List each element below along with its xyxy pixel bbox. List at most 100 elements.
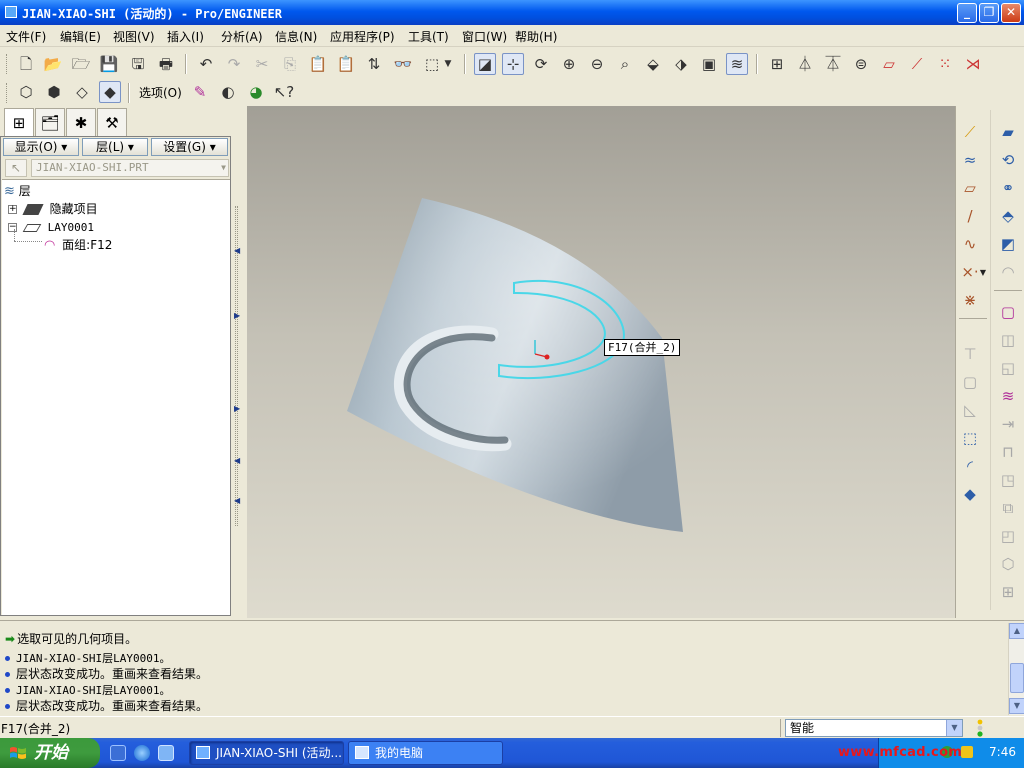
chevron-down-icon[interactable]: ▼ bbox=[946, 720, 962, 736]
shell-icon[interactable]: ▢ bbox=[958, 370, 982, 394]
wireframe-icon[interactable]: ⬡ bbox=[15, 81, 37, 103]
round-icon[interactable]: ◜ bbox=[958, 454, 982, 478]
sketch-tool-icon[interactable]: ⟋ bbox=[958, 120, 982, 144]
restore-button[interactable]: ❐ bbox=[979, 3, 999, 23]
color-palette-icon[interactable]: ◕ bbox=[245, 81, 267, 103]
menu-tools[interactable]: 工具(T) bbox=[408, 28, 449, 45]
undo-icon[interactable]: ↶ bbox=[195, 53, 217, 75]
rib-icon[interactable]: ◺ bbox=[958, 398, 982, 422]
shading-icon[interactable]: ◆ bbox=[99, 81, 121, 103]
repaint-icon[interactable]: ◪ bbox=[474, 53, 496, 75]
layers-icon[interactable]: ≋ bbox=[726, 53, 748, 75]
paste-special-icon[interactable]: 📋 bbox=[335, 53, 357, 75]
settings-dropdown-button[interactable]: 设置(G) ▾ bbox=[151, 138, 228, 156]
save-icon[interactable]: 💾 bbox=[98, 53, 120, 75]
find-icon[interactable]: 👓 bbox=[392, 53, 414, 75]
appearance-icon[interactable]: ◐ bbox=[217, 81, 239, 103]
tree-root[interactable]: ≋ 层 bbox=[4, 183, 31, 200]
coordinate-systems-icon[interactable]: ⊜ bbox=[850, 53, 872, 75]
variable-sweep-icon[interactable]: ⚭ bbox=[996, 176, 1020, 200]
model-tree-icon[interactable]: ✎ bbox=[189, 81, 211, 103]
toolbar-grip[interactable] bbox=[6, 54, 9, 74]
tree-item-lay0001[interactable]: − LAY0001 bbox=[8, 219, 94, 236]
selection-filter-dropdown[interactable]: 智能 ▼ bbox=[785, 719, 963, 737]
tree-item-hidden-items[interactable]: + 隐藏项目 bbox=[8, 201, 98, 218]
model-surface[interactable] bbox=[247, 106, 955, 618]
scroll-down-icon[interactable]: ▼ bbox=[1009, 698, 1024, 714]
print-icon[interactable]: 🖶 bbox=[155, 53, 177, 75]
save-copy-icon[interactable]: 🖫 bbox=[127, 53, 149, 75]
minimize-button[interactable]: _ bbox=[957, 3, 977, 23]
csys-icon[interactable]: ⋇ bbox=[958, 288, 982, 312]
thicken-icon[interactable]: ◰ bbox=[996, 524, 1020, 548]
redo-icon[interactable]: ↷ bbox=[223, 53, 245, 75]
pattern-icon[interactable]: ⊞ bbox=[996, 580, 1020, 604]
copy-icon[interactable]: ⎘ bbox=[279, 53, 301, 75]
scroll-thumb[interactable] bbox=[1010, 663, 1024, 693]
menu-info[interactable]: 信息(N) bbox=[275, 28, 317, 45]
no-hidden-icon[interactable]: ◇ bbox=[71, 81, 93, 103]
panel-splitter[interactable]: ◀ ▶ ▶ ◀ ◀ bbox=[231, 106, 247, 618]
media-player-icon[interactable] bbox=[158, 745, 174, 761]
graphics-window[interactable]: F17(合并_2) bbox=[247, 106, 955, 618]
open-folder-icon[interactable]: 📂 bbox=[42, 53, 64, 75]
tree-item-quilt-f12[interactable]: ◠ 面组:F12 bbox=[44, 237, 112, 254]
trim-icon[interactable]: ⇥ bbox=[996, 412, 1020, 436]
tab-folder-browser-icon[interactable]: 🗂 bbox=[35, 108, 65, 136]
draft-icon[interactable]: ⬚ bbox=[958, 426, 982, 450]
boundary-blend-icon[interactable]: ◩ bbox=[996, 232, 1020, 256]
zoom-in-icon[interactable]: ⊕ bbox=[558, 53, 580, 75]
merge-surface-icon[interactable]: ≋ bbox=[996, 384, 1020, 408]
blend-icon[interactable]: ⬘ bbox=[996, 204, 1020, 228]
style-icon[interactable]: ◠ bbox=[996, 260, 1020, 284]
solidify-icon[interactable]: ⬡ bbox=[996, 552, 1020, 576]
merge-icon[interactable]: ◱ bbox=[996, 356, 1020, 380]
datum-axes-icon[interactable]: ⏃ bbox=[794, 53, 816, 75]
cut-icon[interactable]: ✂ bbox=[251, 53, 273, 75]
datum-axis-icon[interactable]: / bbox=[958, 204, 982, 228]
title-bar[interactable]: JIAN-XIAO-SHI (活动的) - Pro/ENGINEER _ ❐ ✕ bbox=[0, 0, 1024, 25]
new-file-icon[interactable]: 🗋 bbox=[15, 53, 37, 75]
tab-connections-icon[interactable]: ⚒ bbox=[97, 108, 127, 136]
tray-volume-icon[interactable] bbox=[961, 746, 973, 758]
extrude-icon[interactable]: ▰ bbox=[996, 120, 1020, 144]
task-my-computer[interactable]: 我的电脑 bbox=[348, 741, 503, 765]
tab-favorites-icon[interactable]: ✱ bbox=[66, 108, 96, 136]
chamfer-icon[interactable]: ◆ bbox=[958, 482, 982, 506]
message-scrollbar[interactable]: ▲ ▼ bbox=[1008, 623, 1024, 715]
datum-curve-icon[interactable]: ≈ bbox=[958, 148, 982, 172]
hole-icon[interactable]: ⊤ bbox=[958, 342, 982, 366]
menu-file[interactable]: 文件(F) bbox=[6, 28, 46, 45]
datum-points-icon[interactable]: ⏄ bbox=[822, 53, 844, 75]
collapse-left-icon[interactable]: ◀ bbox=[234, 456, 240, 465]
axis-display-icon[interactable]: ⟋ bbox=[906, 53, 928, 75]
datum-plane-display-icon[interactable]: ▱ bbox=[878, 53, 900, 75]
options-menu[interactable]: 选项(O) bbox=[139, 84, 182, 101]
paste-icon[interactable]: 📋 bbox=[307, 53, 329, 75]
menu-analysis[interactable]: 分析(A) bbox=[221, 28, 263, 45]
expand-icon[interactable]: + bbox=[8, 205, 17, 214]
menu-window[interactable]: 窗口(W) bbox=[462, 28, 507, 45]
menu-edit[interactable]: 编辑(E) bbox=[60, 28, 101, 45]
chevron-down-icon[interactable]: ▼ bbox=[442, 53, 454, 75]
curve-icon[interactable]: ∿ bbox=[958, 232, 982, 256]
internet-explorer-icon[interactable] bbox=[134, 745, 150, 761]
tab-model-tree-icon[interactable]: ⊞ bbox=[4, 108, 34, 137]
show-dropdown-button[interactable]: 显示(O) ▾ bbox=[3, 138, 79, 156]
menu-help[interactable]: 帮助(H) bbox=[515, 28, 557, 45]
hidden-line-icon[interactable]: ⬢ bbox=[43, 81, 65, 103]
scroll-up-icon[interactable]: ▲ bbox=[1009, 623, 1024, 639]
context-help-icon[interactable]: ↖? bbox=[273, 81, 295, 103]
selection-box-icon[interactable]: ⬚ bbox=[421, 53, 443, 75]
show-desktop-icon[interactable] bbox=[110, 745, 126, 761]
offset-icon[interactable]: ⧉ bbox=[996, 496, 1020, 520]
chevron-down-icon[interactable]: ▼ bbox=[978, 260, 988, 284]
intersect-icon[interactable]: ⊓ bbox=[996, 440, 1020, 464]
saved-views-icon[interactable]: ⬗ bbox=[670, 53, 692, 75]
active-model-combo[interactable]: JIAN-XIAO-SHI.PRT ▼ bbox=[31, 159, 229, 177]
menu-applications[interactable]: 应用程序(P) bbox=[330, 28, 395, 45]
view-manager-icon[interactable]: ▣ bbox=[698, 53, 720, 75]
start-button[interactable]: 开始 bbox=[0, 738, 100, 768]
refit-icon[interactable]: ⌕ bbox=[614, 53, 636, 75]
collapse-icon[interactable]: − bbox=[8, 223, 17, 232]
